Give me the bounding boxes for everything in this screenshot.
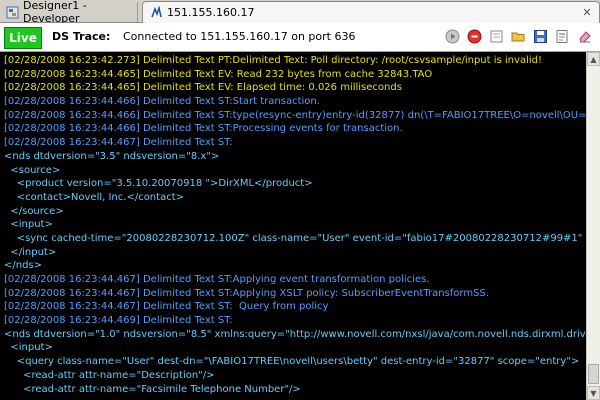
tab-label: 151.155.160.17 <box>167 6 255 19</box>
clear-icon[interactable] <box>488 28 504 44</box>
eraser-icon[interactable] <box>576 28 592 44</box>
scroll-thumb[interactable] <box>588 364 599 384</box>
tab-designer-developer[interactable]: Designer1 - Developer <box>0 0 138 25</box>
console-line: [02/28/2008 16:23:44.465] Delimited Text… <box>4 68 433 80</box>
console-line: [02/28/2008 16:23:42.273] Delimited Text… <box>4 55 542 66</box>
console-line: <input> <box>4 342 53 354</box>
console-line: [02/28/2008 16:23:44.466] Delimited Text… <box>4 109 586 121</box>
console-line: <nds dtdversion="3.5" ndsversion="8.x"> <box>4 150 220 162</box>
stop-icon[interactable] <box>466 28 482 44</box>
save-icon[interactable] <box>532 28 548 44</box>
console-line: </source> <box>4 205 64 217</box>
trace-toolbar: Live DS Trace: Connected to 151.155.160.… <box>0 23 600 52</box>
console-line: <contact>Novell, Inc.</contact> <box>4 191 184 203</box>
trace-icon <box>149 6 163 20</box>
trace-label: DS Trace: <box>52 30 111 43</box>
console-line: [02/28/2008 16:23:44.467] Delimited Text… <box>4 274 430 285</box>
play-icon[interactable] <box>444 28 460 44</box>
scroll-up-icon[interactable]: ▲ <box>587 52 600 66</box>
console-line: <input> <box>4 219 53 231</box>
scroll-down-icon[interactable]: ▼ <box>587 386 600 400</box>
console-line: <read-attr attr-name="Facsimile Telephon… <box>4 383 301 395</box>
properties-icon[interactable] <box>554 28 570 44</box>
tab-trace-connection[interactable]: 151.155.160.17 ✕ <box>142 1 600 23</box>
connection-status: Connected to 151.155.160.17 on port 636 <box>123 30 356 43</box>
console-line: <query class-name="User" dest-dn="\FABIO… <box>4 356 580 368</box>
trace-console[interactable]: [02/28/2008 16:23:42.273] Delimited Text… <box>0 52 586 400</box>
close-icon[interactable]: ✕ <box>581 6 593 19</box>
open-folder-icon[interactable] <box>510 28 526 44</box>
console-line: [02/28/2008 16:23:44.467] Delimited Text… <box>4 287 489 299</box>
console-line: </nds> <box>4 260 43 272</box>
console-line: <product version="3.5.10.20070918 ">DirX… <box>4 178 313 190</box>
vertical-scrollbar[interactable]: ▲ ▼ <box>586 52 600 400</box>
designer-icon <box>6 5 19 19</box>
console-line: <nds dtdversion="1.0" ndsversion="8.5" x… <box>4 328 586 340</box>
console-line: [02/28/2008 16:23:44.466] Delimited Text… <box>4 96 320 108</box>
console-line: </input> <box>4 246 57 258</box>
console-line: [02/28/2008 16:23:44.467] Delimited Text… <box>4 301 329 313</box>
console-line: <sync cached-time="20080228230712.100Z" … <box>16 232 586 244</box>
editor-tab-bar: Designer1 - Developer 151.155.160.17 ✕ <box>0 0 600 25</box>
tab-label: Designer1 - Developer <box>23 0 87 25</box>
trace-actions <box>444 28 592 44</box>
console-line: [02/28/2008 16:23:44.467] Delimited Text… <box>4 137 233 149</box>
console-line: <read-attr attr-name="Description"/> <box>4 369 215 381</box>
console-line: [02/28/2008 16:23:44.465] Delimited Text… <box>4 82 402 94</box>
console-line: [02/28/2008 16:23:44.469] Delimited Text… <box>4 315 233 327</box>
console-line: [02/28/2008 16:23:44.466] Delimited Text… <box>4 123 403 135</box>
live-status-badge: Live <box>4 27 42 49</box>
console-line: <source> <box>4 164 61 176</box>
